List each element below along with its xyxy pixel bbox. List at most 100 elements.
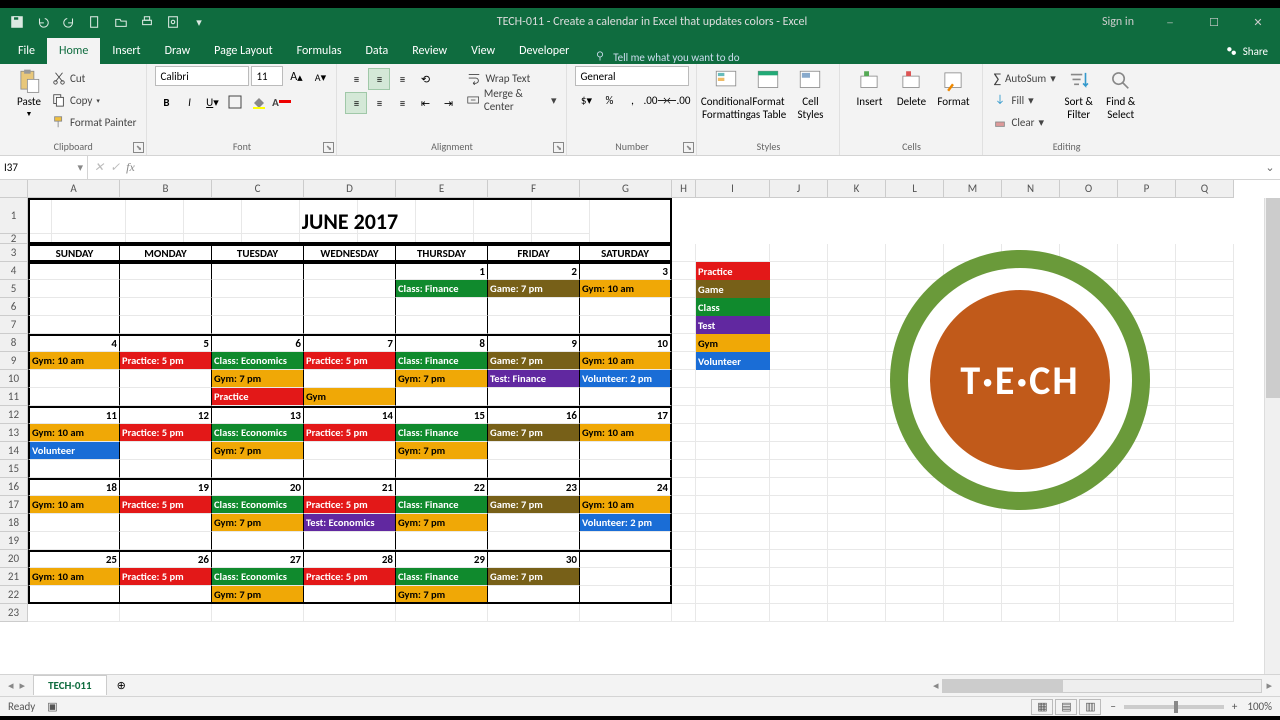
font-dialog-icon[interactable]: ⬊ [323,142,334,153]
page-break-view-icon[interactable]: ▥ [1079,699,1101,715]
increase-decimal-icon[interactable]: .00→ [644,89,666,111]
row-header[interactable]: 10 [0,370,28,388]
cell[interactable] [120,514,212,532]
cell[interactable] [770,568,828,586]
cell[interactable] [828,244,886,262]
cell[interactable] [944,568,1002,586]
cell[interactable]: Game: 7 pm [488,496,580,514]
cell[interactable] [1118,586,1176,604]
cell[interactable] [1002,568,1060,586]
cell[interactable]: Test: Economics [304,514,396,532]
cell[interactable] [886,586,944,604]
cell[interactable] [488,388,580,406]
clipboard-dialog-icon[interactable]: ⬊ [133,142,144,153]
cell[interactable] [770,370,828,388]
cancel-formula-icon[interactable]: ✕ [94,160,104,175]
name-box[interactable]: ▾ [0,156,88,179]
cell[interactable] [396,532,488,550]
cell[interactable] [770,316,828,334]
print-icon[interactable] [136,11,158,33]
cell[interactable]: Gym: 10 am [580,280,672,298]
cell[interactable] [886,604,944,622]
number-format-input[interactable] [575,66,689,86]
cell[interactable]: SUNDAY [28,244,120,262]
tab-formulas[interactable]: Formulas [285,38,354,64]
font-name-input[interactable] [155,66,249,86]
row-header[interactable]: 8 [0,334,28,352]
cell[interactable] [28,370,120,388]
merge-center-button[interactable]: Merge & Center▾ [465,90,558,110]
row-header[interactable]: 9 [0,352,28,370]
cell[interactable] [120,604,212,622]
zoom-slider[interactable] [1124,705,1224,709]
cell[interactable] [770,298,828,316]
increase-indent-icon[interactable]: ⇥ [437,92,459,114]
wrap-text-button[interactable]: Wrap Text [465,68,558,88]
cell[interactable]: 25 [28,550,120,568]
col-header[interactable]: D [304,180,396,198]
row-header[interactable]: 20 [0,550,28,568]
cell[interactable] [828,496,886,514]
cell[interactable] [1176,604,1234,622]
cell[interactable]: Gym: 7 pm [396,514,488,532]
cell[interactable] [1118,550,1176,568]
cell[interactable] [886,568,944,586]
row-header[interactable]: 17 [0,496,28,514]
sheet-next-icon[interactable]: ▸ [20,679,26,692]
cell[interactable] [396,298,488,316]
fx-icon[interactable]: fx [126,160,135,175]
cell[interactable] [828,298,886,316]
cell[interactable] [770,334,828,352]
cell[interactable]: 2 [488,262,580,280]
cell[interactable] [828,280,886,298]
redo-icon[interactable] [58,11,80,33]
cell[interactable] [1176,352,1234,370]
cell[interactable] [580,460,672,478]
cell[interactable] [120,280,212,298]
cell[interactable] [1118,568,1176,586]
cell[interactable]: Gym: 10 am [28,424,120,442]
signin-link[interactable]: Sign in [1088,15,1148,29]
align-top-icon[interactable]: ≡ [345,68,367,90]
cell[interactable]: Gym: 7 pm [212,370,304,388]
percent-icon[interactable]: % [598,89,620,111]
cell[interactable] [1176,334,1234,352]
cell[interactable]: Class: Finance [396,352,488,370]
cell[interactable] [580,586,672,604]
row-header[interactable]: 14 [0,442,28,460]
cell[interactable]: Gym: 7 pm [212,586,304,604]
cell[interactable] [28,532,120,550]
legend-practice[interactable]: Practice [696,262,770,280]
cell[interactable] [672,298,696,316]
cell[interactable] [396,604,488,622]
cell[interactable] [580,442,672,460]
cell[interactable]: 6 [212,334,304,352]
cell[interactable] [1176,298,1234,316]
cell[interactable] [304,262,396,280]
cell[interactable]: Volunteer: 2 pm [580,514,672,532]
cell[interactable] [770,442,828,460]
cell[interactable]: Practice: 5 pm [120,352,212,370]
cell[interactable]: Gym: 10 am [580,352,672,370]
tab-pagelayout[interactable]: Page Layout [202,38,284,64]
cell[interactable] [770,514,828,532]
col-header[interactable]: K [828,180,886,198]
cell[interactable] [696,586,770,604]
cell[interactable] [304,298,396,316]
cell[interactable] [672,568,696,586]
cell[interactable] [212,298,304,316]
cell[interactable] [944,550,1002,568]
cell[interactable]: Practice: 5 pm [120,496,212,514]
cell[interactable] [672,460,696,478]
orientation-icon[interactable]: ⟲ [414,68,436,90]
cell[interactable] [672,496,696,514]
accounting-icon[interactable]: $▾ [575,89,597,111]
cell[interactable] [828,568,886,586]
cell[interactable] [28,586,120,604]
row-header[interactable]: 22 [0,586,28,604]
cell[interactable]: Gym: 7 pm [396,442,488,460]
cell[interactable] [770,280,828,298]
row-header[interactable]: 23 [0,604,28,622]
bold-icon[interactable]: B [155,91,177,113]
row-header[interactable]: 7 [0,316,28,334]
